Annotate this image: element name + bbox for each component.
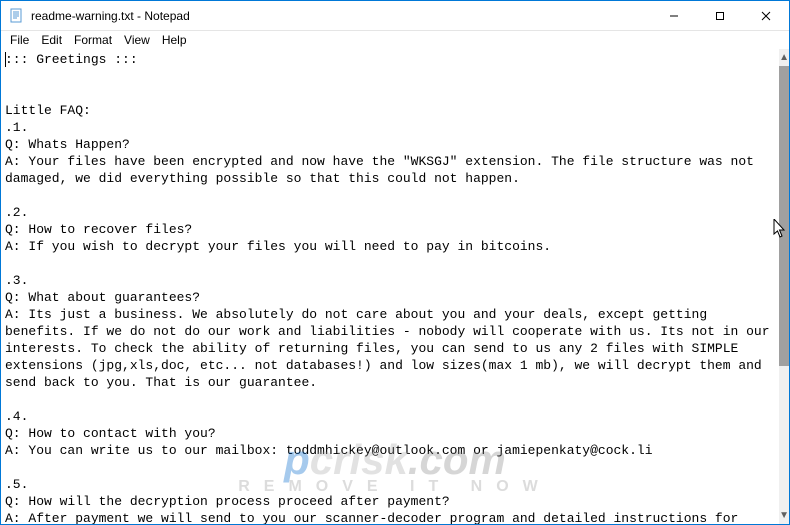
maximize-button[interactable] xyxy=(697,1,743,31)
notepad-window: readme-warning.txt - Notepad File Edit F… xyxy=(0,0,790,525)
minimize-button[interactable] xyxy=(651,1,697,31)
text-editor[interactable]: ::: Greetings ::: Little FAQ: .1. Q: Wha… xyxy=(1,49,779,524)
menu-edit[interactable]: Edit xyxy=(36,33,67,47)
scroll-up-arrow-icon[interactable]: ▲ xyxy=(779,49,789,66)
client-area: ::: Greetings ::: Little FAQ: .1. Q: Wha… xyxy=(1,49,789,524)
scroll-thumb[interactable] xyxy=(779,66,789,366)
menubar: File Edit Format View Help xyxy=(1,31,789,49)
menu-file[interactable]: File xyxy=(5,33,34,47)
notepad-app-icon xyxy=(9,8,25,24)
window-title: readme-warning.txt - Notepad xyxy=(31,9,190,23)
document-text: ::: Greetings ::: Little FAQ: .1. Q: Wha… xyxy=(5,52,777,524)
menu-format[interactable]: Format xyxy=(69,33,117,47)
close-button[interactable] xyxy=(743,1,789,31)
vertical-scrollbar[interactable]: ▲ ▼ xyxy=(779,49,789,524)
titlebar[interactable]: readme-warning.txt - Notepad xyxy=(1,1,789,31)
window-controls xyxy=(651,1,789,31)
menu-view[interactable]: View xyxy=(119,33,155,47)
menu-help[interactable]: Help xyxy=(157,33,192,47)
scroll-track[interactable] xyxy=(779,66,789,507)
scroll-down-arrow-icon[interactable]: ▼ xyxy=(779,507,789,524)
